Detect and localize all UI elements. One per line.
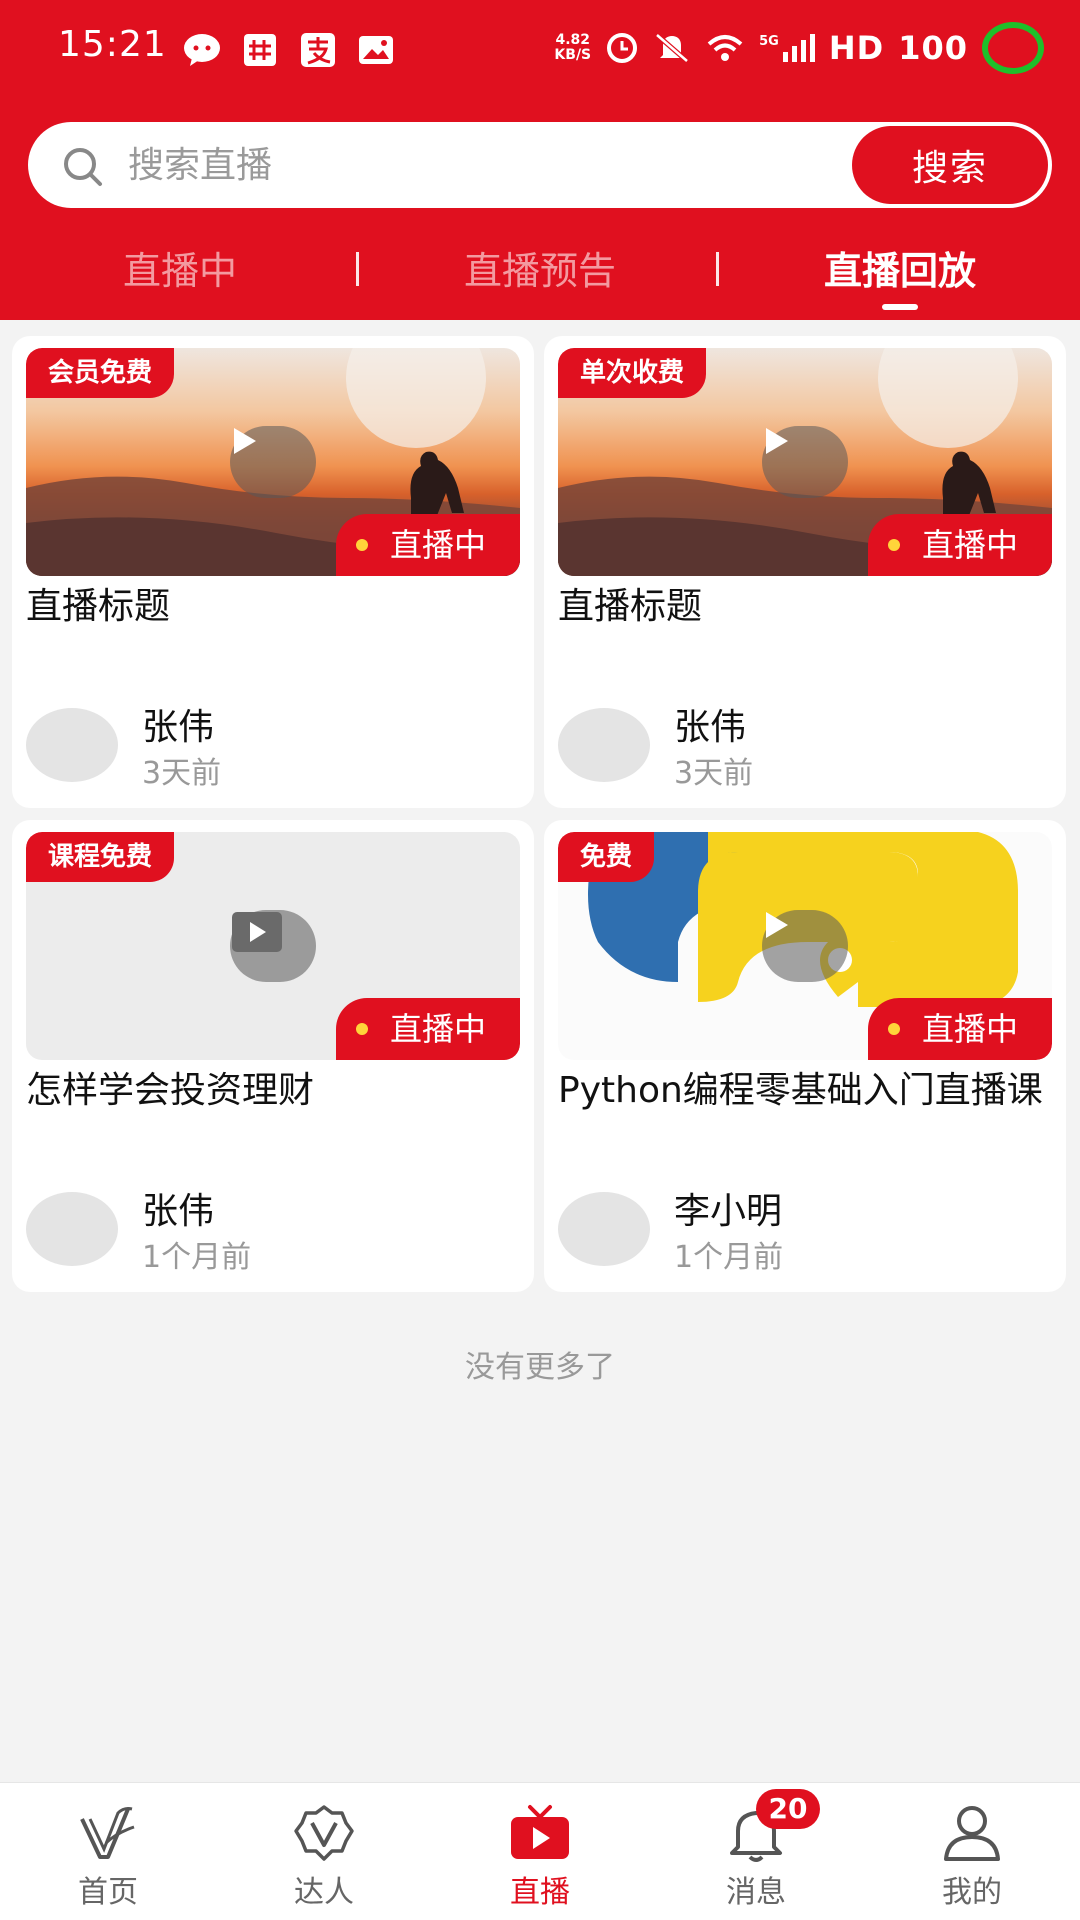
nav-label: 我的 <box>942 1875 1002 1910</box>
user-icon <box>944 1806 1000 1861</box>
nav-item-profile[interactable]: 我的 <box>864 1783 1080 1920</box>
tab-live-replay[interactable]: 直播回放 <box>750 240 1050 295</box>
avatar[interactable] <box>558 708 650 782</box>
status-time: 15:21 <box>58 24 167 65</box>
expert-v-icon <box>294 1805 354 1861</box>
video-thumbnail[interactable]: 会员免费 直播中 <box>26 348 520 576</box>
nav-item-live[interactable]: 直播 <box>432 1783 648 1920</box>
author-name: 张伟 <box>674 707 747 748</box>
search-bar: 搜索 <box>28 122 1052 208</box>
live-status-label: 直播中 <box>922 1010 1019 1048</box>
nav-item-expert[interactable]: 达人 <box>216 1783 432 1920</box>
net-speed: 4.82 KB/S <box>554 33 591 63</box>
net-speed-unit: KB/S <box>554 47 592 63</box>
live-dot-icon <box>356 1023 368 1035</box>
live-status-tag: 直播中 <box>336 998 520 1060</box>
wechat-icon <box>182 30 222 70</box>
publish-time: 3天前 <box>142 756 222 791</box>
author-name: 李小明 <box>674 1191 783 1232</box>
active-tab-indicator <box>882 304 918 310</box>
live-status-tag: 直播中 <box>336 514 520 576</box>
play-button[interactable] <box>230 426 316 498</box>
live-status-label: 直播中 <box>390 1010 487 1048</box>
tab-separator <box>716 252 719 286</box>
live-card[interactable]: 会员免费 直播中 直播标题 张伟 3天前 <box>12 336 534 808</box>
video-thumbnail[interactable]: 课程免费 直播中 <box>26 832 520 1060</box>
status-bar: 15:21 4.82 KB/S 5G HD 100 <box>0 0 1080 100</box>
live-card[interactable]: 单次收费 直播中 直播标题 张伟 3天前 <box>544 336 1066 808</box>
search-button[interactable]: 搜索 <box>852 126 1048 204</box>
tab-separator <box>356 252 359 286</box>
play-icon <box>234 428 256 454</box>
card-title: 直播标题 <box>26 586 171 627</box>
home-logo-icon <box>80 1807 135 1859</box>
live-card[interactable]: 课程免费 直播中 怎样学会投资理财 张伟 1个月前 <box>12 820 534 1292</box>
live-tv-icon <box>511 1805 569 1859</box>
nav-item-home[interactable]: 首页 <box>0 1783 216 1920</box>
card-title: Python编程零基础入门直播课 <box>558 1070 1043 1111</box>
status-indicators: 4.82 KB/S 5G HD 100 <box>554 20 1044 76</box>
live-status-tag: 直播中 <box>868 998 1052 1060</box>
nav-label: 消息 <box>726 1875 786 1910</box>
photo-app-icon <box>356 30 396 70</box>
price-badge: 单次收费 <box>558 348 707 398</box>
price-badge: 课程免费 <box>26 832 175 882</box>
signal-icon: 5G <box>759 34 815 62</box>
hd-indicator: HD <box>828 29 885 67</box>
live-status-label: 直播中 <box>922 526 1019 564</box>
battery-ring-icon <box>982 22 1044 74</box>
live-tabs: 直播中 直播预告 直播回放 <box>0 240 1080 310</box>
avatar[interactable] <box>558 1192 650 1266</box>
live-card[interactable]: 免费 直播中 Python编程零基础入门直播课 李小明 1个月前 <box>544 820 1066 1292</box>
list-end-text: 没有更多了 <box>465 1350 615 1385</box>
video-thumbnail[interactable]: 免费 直播中 <box>558 832 1052 1060</box>
publish-time: 1个月前 <box>142 1240 252 1275</box>
card-title: 怎样学会投资理财 <box>26 1070 315 1111</box>
live-dot-icon <box>888 539 900 551</box>
alarm-icon <box>607 33 638 63</box>
card-title: 直播标题 <box>558 586 703 627</box>
live-status-tag: 直播中 <box>868 514 1052 576</box>
nav-item-messages[interactable]: 20 消息 <box>648 1783 864 1920</box>
live-status-label: 直播中 <box>390 526 487 564</box>
publish-time: 3天前 <box>674 756 754 791</box>
search-icon <box>64 148 102 186</box>
play-icon <box>766 428 788 454</box>
nav-label: 首页 <box>78 1875 138 1910</box>
alipay-icon <box>298 30 338 70</box>
play-button[interactable] <box>762 910 848 982</box>
nav-label: 达人 <box>294 1875 354 1910</box>
author-name: 张伟 <box>142 1191 215 1232</box>
avatar[interactable] <box>26 708 118 782</box>
play-icon <box>766 912 788 938</box>
play-button[interactable] <box>230 910 316 982</box>
publish-time: 1个月前 <box>674 1240 784 1275</box>
search-input[interactable] <box>128 122 748 208</box>
live-dot-icon <box>356 539 368 551</box>
header: 15:21 4.82 KB/S 5G HD 100 搜索直播 搜索 直播中 直播… <box>0 0 1080 320</box>
network-type: 5G <box>759 34 779 49</box>
wifi-icon <box>707 35 743 61</box>
net-speed-value: 4.82 <box>555 32 591 48</box>
tab-live-now[interactable]: 直播中 <box>30 240 330 295</box>
price-badge: 免费 <box>558 832 655 882</box>
price-badge: 会员免费 <box>26 348 175 398</box>
avatar[interactable] <box>26 1192 118 1266</box>
author-name: 张伟 <box>142 707 215 748</box>
battery-level: 100 <box>898 29 968 67</box>
bottom-nav: 首页 达人 直播 20 消息 我的 <box>0 1782 1080 1920</box>
tab-live-preview[interactable]: 直播预告 <box>390 240 690 295</box>
unread-count-badge: 20 <box>756 1789 820 1829</box>
grid-app-icon <box>240 30 280 70</box>
status-app-icons <box>182 30 396 70</box>
play-button[interactable] <box>762 426 848 498</box>
video-thumbnail[interactable]: 单次收费 直播中 <box>558 348 1052 576</box>
nav-label: 直播 <box>510 1875 570 1910</box>
video-placeholder-icon <box>232 912 282 952</box>
mute-icon <box>655 33 689 63</box>
live-dot-icon <box>888 1023 900 1035</box>
